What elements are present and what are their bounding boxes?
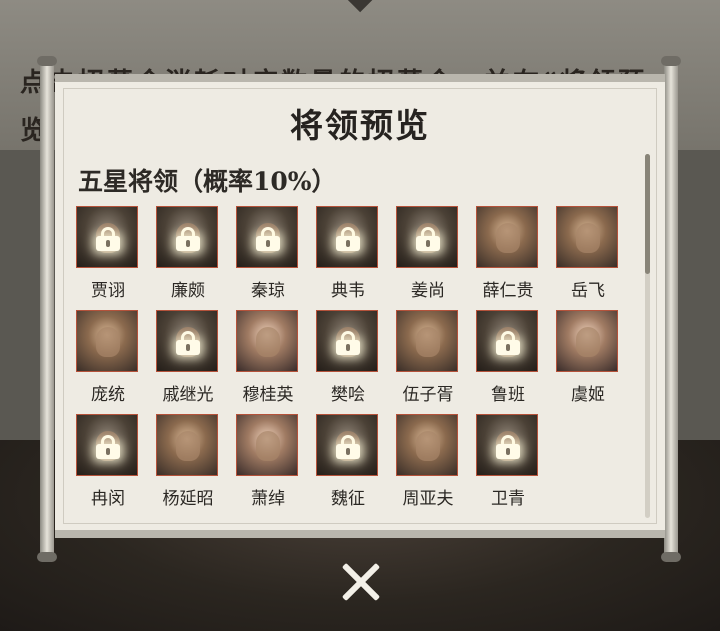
general-name: 冉闵 (91, 489, 125, 509)
close-button[interactable] (340, 562, 381, 602)
general-name: 鲁班 (491, 385, 525, 405)
general-card[interactable]: 典韦 (316, 206, 380, 301)
general-portrait (316, 414, 378, 476)
portrait-face (256, 327, 280, 357)
general-card[interactable]: 薛仁贵 (476, 206, 540, 301)
general-name: 廉颇 (171, 281, 205, 301)
portrait-face (96, 327, 120, 357)
lock-icon (96, 435, 120, 459)
general-name: 樊哙 (331, 385, 365, 405)
general-card[interactable]: 樊哙 (316, 310, 380, 405)
portrait-face (256, 431, 280, 461)
general-name: 卫青 (491, 489, 525, 509)
general-name: 周亚夫 (402, 489, 454, 509)
portrait-face (176, 431, 200, 461)
general-name: 薛仁贵 (482, 281, 534, 301)
general-name: 典韦 (331, 281, 365, 301)
general-card[interactable]: 伍子胥 (396, 310, 460, 405)
general-portrait (396, 414, 458, 476)
lock-icon (496, 331, 520, 355)
general-card[interactable]: 穆桂英 (236, 310, 300, 405)
lock-icon (336, 331, 360, 355)
general-card[interactable]: 周亚夫 (396, 414, 460, 509)
general-name: 贾诩 (91, 281, 125, 301)
general-name: 杨延昭 (162, 489, 214, 509)
lock-icon (176, 331, 200, 355)
general-name: 虞姬 (571, 385, 605, 405)
section-title: 五星将领（概率10%） (78, 167, 337, 196)
scroll-rod-right (664, 60, 678, 560)
general-portrait (476, 206, 538, 268)
portrait-face (496, 223, 520, 253)
general-portrait (476, 414, 538, 476)
general-portrait (396, 310, 458, 372)
general-portrait (76, 206, 138, 268)
scrollbar-thumb[interactable] (645, 154, 650, 274)
general-portrait (476, 310, 538, 372)
general-card[interactable]: 贾诩 (76, 206, 140, 301)
general-name: 姜尚 (411, 281, 445, 301)
general-portrait (556, 206, 618, 268)
lock-icon (336, 435, 360, 459)
general-card[interactable]: 魏征 (316, 414, 380, 509)
portrait-face (576, 223, 600, 253)
general-portrait (396, 206, 458, 268)
general-name: 穆桂英 (242, 385, 294, 405)
portrait-face (416, 327, 440, 357)
general-card[interactable]: 庞统 (76, 310, 140, 405)
general-name: 秦琼 (251, 281, 285, 301)
general-card[interactable]: 鲁班 (476, 310, 540, 405)
rod-cap (37, 552, 57, 562)
general-card[interactable]: 冉闵 (76, 414, 140, 509)
lock-icon (256, 227, 280, 251)
general-portrait (156, 206, 218, 268)
portrait-face (576, 327, 600, 357)
general-name: 伍子胥 (402, 385, 454, 405)
general-name: 岳飞 (571, 281, 605, 301)
general-portrait (316, 310, 378, 372)
general-portrait (236, 206, 298, 268)
general-preview-dialog: 将领预览 五星将领（概率10%） 贾诩 廉颇 秦琼 典韦 姜尚 薛仁贵 岳飞庞统 戚继光 穆桂英… (55, 74, 665, 538)
general-portrait (76, 310, 138, 372)
general-card[interactable]: 萧绰 (236, 414, 300, 509)
general-card[interactable]: 戚继光 (156, 310, 220, 405)
scroll-rod-left (40, 60, 54, 560)
general-portrait (156, 310, 218, 372)
lock-icon (416, 227, 440, 251)
general-card[interactable]: 杨延昭 (156, 414, 220, 509)
rod-cap (661, 56, 681, 66)
general-portrait (556, 310, 618, 372)
lock-icon (96, 227, 120, 251)
rod-cap (661, 552, 681, 562)
general-name: 萧绰 (251, 489, 285, 509)
general-card[interactable]: 秦琼 (236, 206, 300, 301)
general-card[interactable]: 卫青 (476, 414, 540, 509)
general-name: 魏征 (331, 489, 365, 509)
general-name: 戚继光 (162, 385, 214, 405)
dialog-title: 将领预览 (290, 106, 430, 145)
general-card[interactable]: 廉颇 (156, 206, 220, 301)
general-portrait (156, 414, 218, 476)
rod-cap (37, 56, 57, 66)
general-card[interactable]: 姜尚 (396, 206, 460, 301)
general-portrait (76, 414, 138, 476)
portrait-face (416, 431, 440, 461)
general-portrait (236, 310, 298, 372)
lock-icon (336, 227, 360, 251)
general-name: 庞统 (91, 385, 125, 405)
general-card[interactable]: 岳飞 (556, 206, 620, 301)
general-portrait (236, 414, 298, 476)
general-portrait (316, 206, 378, 268)
lock-icon (176, 227, 200, 251)
general-card[interactable]: 虞姬 (556, 310, 620, 405)
lock-icon (496, 435, 520, 459)
